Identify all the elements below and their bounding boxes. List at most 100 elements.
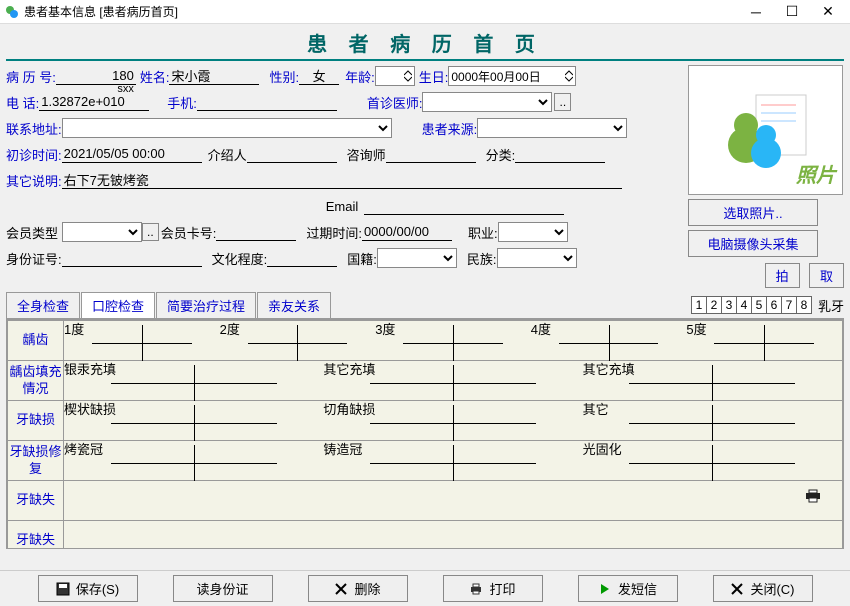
grid-row-label: 龋齿	[8, 321, 64, 361]
tab-treatment[interactable]: 简要治疗过程	[156, 292, 256, 318]
member-type-select[interactable]	[62, 222, 142, 242]
tab-relatives[interactable]: 亲友关系	[257, 292, 331, 318]
oral-exam-grid: 龋齿1度2度3度4度5度龋齿填充情况银汞充填其它充填其它充填牙缺损楔状缺损切角缺…	[6, 319, 844, 549]
ethnicity-label: 民族:	[467, 249, 497, 268]
category-label: 分类:	[486, 145, 516, 164]
save-icon	[56, 582, 70, 596]
pinyin-text: sxx	[117, 83, 134, 95]
introducer-label: 介绍人	[208, 145, 247, 164]
expire-input[interactable]	[362, 223, 452, 241]
tooth-3[interactable]: 3	[721, 296, 737, 314]
photo-box: 照片	[688, 65, 843, 195]
select-photo-button[interactable]: 选取照片..	[688, 199, 818, 226]
tooth-4[interactable]: 4	[736, 296, 752, 314]
delete-button[interactable]: 删除	[308, 575, 408, 602]
first-visit-input[interactable]	[62, 145, 202, 163]
camera-capture-button[interactable]: 电脑摄像头采集	[688, 230, 818, 257]
record-no-label: 病 历 号:	[6, 67, 56, 86]
name-input[interactable]	[169, 67, 259, 85]
age-label: 年龄:	[345, 67, 375, 86]
email-input[interactable]	[364, 197, 564, 215]
first-doctor-select[interactable]	[422, 92, 552, 112]
baby-tooth-label: 乳牙	[818, 296, 844, 315]
tooth-2[interactable]: 2	[706, 296, 722, 314]
grid-row-label: 牙缺损	[8, 401, 64, 441]
age-spinner[interactable]	[375, 66, 415, 86]
source-label: 患者来源:	[422, 119, 478, 138]
mobile-input[interactable]	[197, 93, 337, 111]
education-input[interactable]	[267, 249, 337, 267]
expire-label: 过期时间:	[306, 223, 362, 242]
doctor-more-button[interactable]: ..	[554, 93, 571, 111]
member-type-label: 会员类型	[6, 223, 58, 242]
tooth-5[interactable]: 5	[751, 296, 767, 314]
print-icon	[469, 582, 483, 596]
delete-icon	[334, 582, 348, 596]
close-button[interactable]: 关闭(C)	[713, 575, 813, 602]
bottom-toolbar: 保存(S) 读身份证 删除 打印 发短信 关闭(C)	[0, 570, 850, 606]
grid-row-label: 牙缺损修 复	[8, 441, 64, 481]
nationality-label: 国籍:	[347, 249, 377, 268]
titlebar: 患者基本信息 [患者病历首页] ─ ☐ ✕	[0, 0, 850, 24]
member-card-input[interactable]	[216, 223, 296, 241]
close-icon	[730, 582, 744, 596]
print-button[interactable]: 打印	[443, 575, 543, 602]
first-doctor-label: 首诊医师:	[367, 93, 423, 112]
app-icon	[4, 4, 20, 20]
addr-label: 联系地址:	[6, 119, 62, 138]
nationality-select[interactable]	[377, 248, 457, 268]
close-window-button[interactable]: ✕	[810, 1, 846, 23]
gender-label: 性别:	[269, 67, 299, 86]
phone-label: 电 话:	[6, 93, 39, 112]
maximize-button[interactable]: ☐	[774, 1, 810, 23]
printer-icon[interactable]	[804, 489, 822, 506]
gender-input[interactable]	[299, 67, 339, 85]
tooth-6[interactable]: 6	[766, 296, 782, 314]
grid-row-data[interactable]: 楔状缺损切角缺损其它	[64, 401, 843, 441]
idcard-input[interactable]	[62, 249, 202, 267]
consultant-input[interactable]	[386, 145, 476, 163]
grid-row-data[interactable]: 银汞充填其它充填其它充填	[64, 361, 843, 401]
consultant-label: 咨询师	[347, 145, 386, 164]
member-type-more-button[interactable]: ..	[142, 223, 159, 241]
photo-label: 照片	[796, 159, 836, 188]
birthday-label: 生日:	[419, 67, 449, 86]
source-select[interactable]	[477, 118, 627, 138]
first-visit-label: 初诊时间:	[6, 145, 62, 164]
addr-select[interactable]	[62, 118, 392, 138]
education-label: 文化程度:	[212, 249, 268, 268]
minimize-button[interactable]: ─	[738, 1, 774, 23]
grid-row-label: 牙缺失	[8, 481, 64, 521]
member-card-label: 会员卡号:	[161, 223, 217, 242]
idcard-label: 身份证号:	[6, 249, 62, 268]
grid-row-data[interactable]: 1度2度3度4度5度	[64, 321, 843, 361]
tab-oral-exam[interactable]: 口腔检查	[81, 292, 155, 318]
page-title: 患 者 病 历 首 页	[6, 28, 844, 61]
sms-button[interactable]: 发短信	[578, 575, 678, 602]
grid-row-label: 牙缺失	[8, 521, 64, 550]
mobile-label: 手机:	[167, 93, 197, 112]
capture-button[interactable]: 拍	[765, 263, 800, 288]
phone-input[interactable]	[39, 93, 149, 111]
play-icon	[598, 582, 612, 596]
tooth-7[interactable]: 7	[781, 296, 797, 314]
occupation-select[interactable]	[498, 222, 568, 242]
grid-row-data[interactable]: 烤瓷冠铸造冠光固化	[64, 441, 843, 481]
ethnicity-select[interactable]	[497, 248, 577, 268]
category-input[interactable]	[515, 145, 605, 163]
email-label: Email	[326, 199, 359, 214]
grid-row-data[interactable]	[64, 481, 843, 521]
remarks-input[interactable]	[62, 171, 622, 189]
take-button[interactable]: 取	[809, 263, 844, 288]
window-title: 患者基本信息 [患者病历首页]	[24, 3, 738, 20]
birthday-input[interactable]: 0000年00月00日	[448, 66, 576, 86]
tab-full-exam[interactable]: 全身检查	[6, 292, 80, 318]
tooth-8[interactable]: 8	[796, 296, 812, 314]
grid-row-label: 龋齿填充情况	[8, 361, 64, 401]
tooth-1[interactable]: 1	[691, 296, 707, 314]
introducer-input[interactable]	[247, 145, 337, 163]
grid-row-data[interactable]	[64, 521, 843, 550]
save-button[interactable]: 保存(S)	[38, 575, 138, 602]
tooth-number-selector: 1 2 3 4 5 6 7 8	[692, 296, 812, 314]
read-id-button[interactable]: 读身份证	[173, 575, 273, 602]
